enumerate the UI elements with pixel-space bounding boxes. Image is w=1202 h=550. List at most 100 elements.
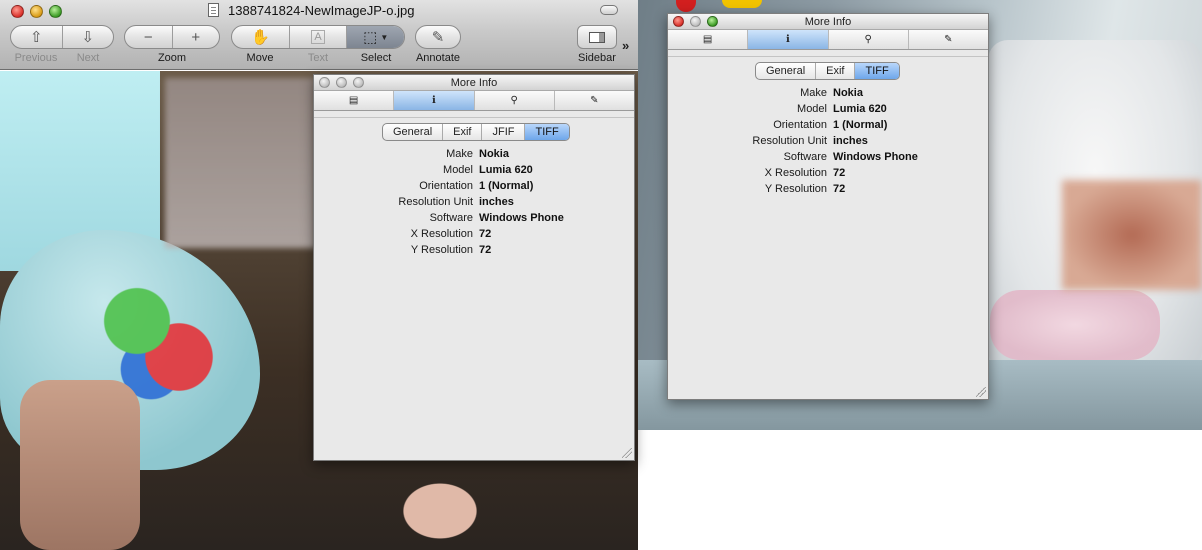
property-row: Y Resolution 72 <box>668 181 988 197</box>
sidebar-icon <box>589 31 605 43</box>
resize-handle[interactable] <box>622 448 632 458</box>
zoom-control: − + <box>124 25 220 49</box>
panel-titlebar: More Info <box>314 75 634 91</box>
tab-more-info[interactable]: ℹ <box>747 30 828 49</box>
property-value: 72 <box>833 167 846 179</box>
property-key: Resolution Unit <box>398 196 473 208</box>
close-button[interactable] <box>11 5 24 18</box>
inspector-tabs: ▤ ℹ ⚲ ✎ <box>314 91 634 111</box>
arrow-down-icon: ⇩ <box>81 29 95 46</box>
info-icon: ℹ <box>785 34 790 45</box>
property-key: Make <box>800 87 827 99</box>
photo-pink-cloth <box>990 290 1160 360</box>
photo-toy <box>722 0 762 8</box>
property-value: Lumia 620 <box>833 103 887 115</box>
property-value: inches <box>479 196 514 208</box>
property-value: 1 (Normal) <box>479 180 534 192</box>
resize-handle[interactable] <box>976 387 986 397</box>
zoom-in-button[interactable]: + <box>171 26 220 48</box>
next-label: Next <box>76 52 100 64</box>
segment-tiff[interactable]: TIFF <box>524 124 569 140</box>
property-value: Windows Phone <box>479 212 564 224</box>
window-title: 1388741824-NewImageJP-o.jpg <box>228 3 415 18</box>
tiff-properties: Make Nokia Model Lumia 620 Orientation 1 (N… <box>314 146 634 258</box>
sidebar-button[interactable] <box>577 25 617 49</box>
minimize-button[interactable] <box>30 5 43 18</box>
property-key: Orientation <box>419 180 473 192</box>
document-icon: ▤ <box>702 34 713 45</box>
tab-more-info[interactable]: ℹ <box>393 91 474 110</box>
property-key: Software <box>783 151 827 163</box>
text-tool-icon: A <box>311 30 325 44</box>
property-key: X Resolution <box>764 167 827 179</box>
property-key: Software <box>429 212 473 224</box>
move-tool-button[interactable]: ✋ <box>232 26 289 48</box>
next-button[interactable]: ⇩ <box>61 26 114 48</box>
property-value: 72 <box>479 244 492 256</box>
property-value: 72 <box>833 183 846 195</box>
toolbar-overflow-icon[interactable]: » <box>622 38 629 53</box>
property-key: Y Resolution <box>410 244 473 256</box>
pencil-icon: ✎ <box>431 29 445 46</box>
property-row: Make Nokia <box>668 85 988 101</box>
property-value: Windows Phone <box>833 151 918 163</box>
pencil-icon: ✎ <box>590 95 599 106</box>
blurred-face <box>165 78 315 248</box>
document-proxy-icon[interactable] <box>208 3 219 17</box>
text-tool-button[interactable]: A <box>288 26 347 48</box>
history-control: ⇧ ⇩ <box>10 25 114 49</box>
info-icon: ℹ <box>431 95 436 106</box>
panel-titlebar: More Info <box>668 14 988 30</box>
tab-annotations[interactable]: ✎ <box>553 91 634 110</box>
tab-general-info[interactable]: ▤ <box>314 91 393 110</box>
chevron-down-icon: ▼ <box>380 32 389 42</box>
panel-divider <box>668 56 988 57</box>
segment-general[interactable]: General <box>383 124 442 140</box>
move-label: Move <box>246 52 274 64</box>
toolbar-toggle-button[interactable] <box>600 5 618 15</box>
annotate-button[interactable]: ✎ <box>415 25 461 49</box>
segment-exif[interactable]: Exif <box>442 124 481 140</box>
property-key: X Resolution <box>410 228 473 240</box>
tab-keywords[interactable]: ⚲ <box>827 30 908 49</box>
magnifier-icon: ⚲ <box>510 95 518 106</box>
panel-title: More Info <box>804 16 852 28</box>
property-row: Orientation 1 (Normal) <box>668 117 988 133</box>
property-key: Make <box>446 148 473 160</box>
property-row: Make Nokia <box>314 146 634 162</box>
property-row: Orientation 1 (Normal) <box>314 178 634 194</box>
metadata-segmented-control: General Exif TIFF <box>755 62 900 80</box>
arrow-up-icon: ⇧ <box>29 29 43 46</box>
tab-general-info[interactable]: ▤ <box>668 30 747 49</box>
segment-exif[interactable]: Exif <box>815 63 854 79</box>
hand-icon: ✋ <box>250 29 270 46</box>
segment-general[interactable]: General <box>756 63 815 79</box>
previous-button[interactable]: ⇧ <box>11 26 62 48</box>
property-key: Model <box>443 164 473 176</box>
select-tool-button[interactable]: ⬚ ▼ <box>346 26 404 48</box>
more-info-panel-left: More Info ▤ ℹ ⚲ ✎ General Exif JFIF TIFF… <box>313 74 635 461</box>
preview-titlebar: 1388741824-NewImageJP-o.jpg ⇧ ⇩ Previous… <box>0 0 638 70</box>
zoom-out-button[interactable]: − <box>125 26 172 48</box>
minus-icon: − <box>143 28 153 46</box>
pencil-icon: ✎ <box>944 34 953 45</box>
property-row: X Resolution 72 <box>314 226 634 242</box>
tab-annotations[interactable]: ✎ <box>907 30 988 49</box>
property-value: inches <box>833 135 868 147</box>
sidebar-label: Sidebar <box>578 52 616 64</box>
segment-tiff[interactable]: TIFF <box>854 63 899 79</box>
zoom-window-button[interactable] <box>49 5 62 18</box>
document-icon: ▤ <box>348 95 359 106</box>
metadata-segmented-control: General Exif JFIF TIFF <box>382 123 570 141</box>
tool-mode-control: ✋ A ⬚ ▼ <box>231 25 405 49</box>
segment-jfif[interactable]: JFIF <box>481 124 524 140</box>
property-row: Model Lumia 620 <box>668 101 988 117</box>
panel-divider <box>314 117 634 118</box>
panel-title: More Info <box>450 77 498 89</box>
tab-keywords[interactable]: ⚲ <box>473 91 554 110</box>
blurred-face <box>1062 180 1202 290</box>
property-row: X Resolution 72 <box>668 165 988 181</box>
tiff-properties: Make Nokia Model Lumia 620 Orientation 1 (N… <box>668 85 988 197</box>
plus-icon: + <box>191 28 201 46</box>
property-row: Resolution Unit inches <box>314 194 634 210</box>
